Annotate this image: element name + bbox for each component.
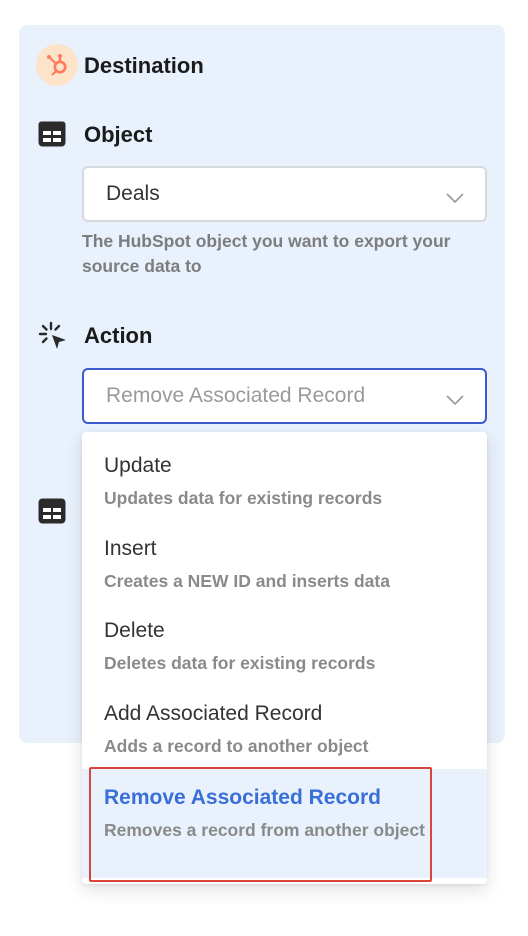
object-helper-text: The HubSpot object you want to export yo… xyxy=(82,231,451,276)
hubspot-logo-icon xyxy=(36,44,78,86)
dropdown-option-delete[interactable]: Delete Deletes data for existing records xyxy=(82,598,487,681)
action-dropdown-menu: Update Updates data for existing records… xyxy=(82,432,487,884)
cursor-click-icon xyxy=(37,320,69,357)
object-select[interactable]: Deals xyxy=(82,166,487,222)
action-select[interactable]: Remove Associated Record xyxy=(82,368,487,424)
option-description: Updates data for existing records xyxy=(104,488,383,508)
table-icon xyxy=(37,497,67,530)
chevron-down-icon xyxy=(445,187,465,211)
dropdown-option-update[interactable]: Update Updates data for existing records xyxy=(82,432,487,515)
option-title: Add Associated Record xyxy=(104,702,323,725)
dropdown-option-add-associated-record[interactable]: Add Associated Record Adds a record to a… xyxy=(82,681,487,769)
option-title: Insert xyxy=(104,537,157,560)
dropdown-option-insert[interactable]: Insert Creates a NEW ID and inserts data xyxy=(82,515,487,598)
table-icon xyxy=(37,120,67,153)
object-selected-value: Deals xyxy=(106,182,160,205)
action-label: Action xyxy=(84,323,153,348)
chevron-down-icon xyxy=(445,389,465,413)
dropdown-option-remove-associated-record[interactable]: Remove Associated Record Removes a recor… xyxy=(82,769,487,878)
option-description: Adds a record to another object xyxy=(104,736,369,756)
object-label: Object xyxy=(84,122,153,147)
option-description: Deletes data for existing records xyxy=(104,653,376,673)
destination-title: Destination xyxy=(84,53,204,78)
option-title: Delete xyxy=(104,619,165,642)
option-title: Update xyxy=(104,454,172,477)
option-description: Removes a record from another object xyxy=(104,820,425,840)
action-selected-value: Remove Associated Record xyxy=(106,384,366,407)
option-description: Creates a NEW ID and inserts data xyxy=(104,571,390,591)
option-title: Remove Associated Record xyxy=(104,786,381,809)
